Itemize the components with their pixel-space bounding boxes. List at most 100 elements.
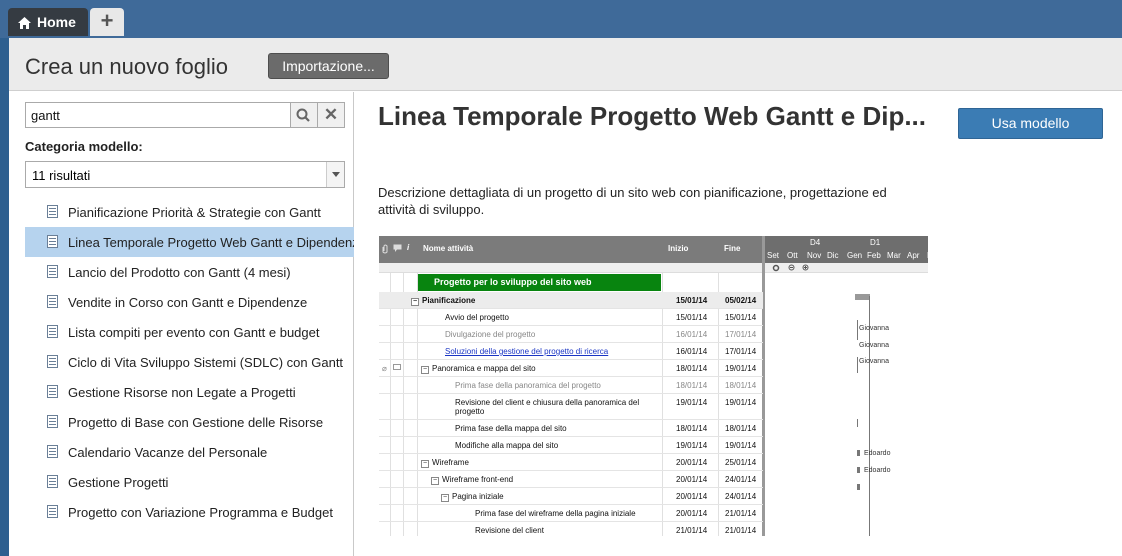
task-name-cell: Avvio del progetto	[445, 313, 509, 322]
assignee-label: Edoardo	[864, 450, 891, 457]
task-name: Revisione del client e chiusura della pa…	[455, 398, 640, 407]
assignee-label: Giovanna	[859, 325, 889, 332]
table-row[interactable]: Soluzioni della gestione del progetto di…	[379, 343, 763, 360]
task-name: Avvio del progetto	[445, 313, 509, 322]
table-row[interactable]: Prima fase della mappa del sito 18/01/14 1…	[379, 420, 763, 437]
collapse-icon[interactable]: −	[421, 460, 429, 468]
task-start-date: 20/01/14	[676, 509, 708, 518]
table-row[interactable]: − Wireframe front-end 20/01/14 24/01/14	[379, 471, 763, 488]
table-row[interactable]: Divulgazione del progetto 16/01/14 17/01/1…	[379, 326, 763, 343]
gear-icon	[772, 264, 780, 272]
template-sidebar: gantt ✕ Categoria modello: 11 risultati …	[9, 92, 354, 556]
template-list-item-label: Progetto di Base con Gestione delle Riso…	[68, 415, 324, 430]
template-list-item[interactable]: Gestione Risorse non Legate a Progetti	[25, 377, 354, 407]
template-description: Descrizione dettagliata di un progetto d…	[378, 185, 887, 217]
table-row[interactable]: Prima fase del wireframe della pagina in…	[379, 505, 763, 522]
task-end-date: 15/01/14	[725, 313, 757, 322]
search-icon	[296, 108, 310, 122]
template-list-item[interactable]: Gestione Progetti	[25, 467, 354, 497]
task-name-continued: progetto	[455, 407, 485, 416]
task-name: Modifiche alla mappa del sito	[455, 441, 559, 450]
task-start-date: 20/01/14	[676, 492, 708, 501]
template-list-item-label: Calendario Vacanze del Personale	[68, 445, 268, 460]
tab-bar: Home +	[0, 0, 1122, 38]
template-list-item-label: Gestione Risorse non Legate a Progetti	[68, 385, 296, 400]
chevron-down-icon[interactable]	[326, 162, 344, 187]
task-end-date: 24/01/14	[725, 475, 757, 484]
task-start-date: 16/01/14	[676, 347, 708, 356]
task-name: Prima fase della panoramica del progetto	[455, 381, 601, 390]
task-name-cell: − Pianificazione	[411, 296, 475, 306]
table-row[interactable]: − Pianificazione 15/01/14 05/02/14	[379, 292, 763, 309]
task-end-date: 17/01/14	[725, 347, 757, 356]
task-name-cell: Revisione del client	[475, 526, 544, 535]
task-start-date: 18/01/14	[676, 364, 708, 373]
task-name-cell: Soluzioni della gestione del progetto di…	[445, 347, 608, 356]
import-button[interactable]: Importazione...	[268, 53, 389, 79]
clear-search-button[interactable]: ✕	[318, 102, 345, 128]
close-icon: ✕	[323, 105, 339, 124]
template-list-item-label: Linea Temporale Progetto Web Gantt e Dip…	[68, 235, 354, 250]
task-name-cell: Prima fase del wireframe della pagina in…	[475, 509, 636, 518]
template-title: Linea Temporale Progetto Web Gantt e Dip…	[378, 101, 926, 131]
table-row[interactable]: Avvio del progetto 15/01/14 15/01/14	[379, 309, 763, 326]
table-row[interactable]: Revisione del client e chiusura della pa…	[379, 394, 763, 420]
collapse-icon[interactable]: −	[411, 298, 419, 306]
task-name-cell: Divulgazione del progetto	[445, 330, 535, 339]
sheet-icon	[47, 325, 58, 338]
page-header: Crea un nuovo foglio Importazione...	[9, 38, 1122, 91]
collapse-icon[interactable]: −	[441, 494, 449, 502]
page-title: Crea un nuovo foglio	[25, 54, 229, 79]
table-row[interactable]: ⌀ − Panoramica e mappa del sito 18/01/14 19/…	[379, 360, 763, 377]
template-list-item[interactable]: Lista compiti per evento con Gantt e bud…	[25, 317, 354, 347]
task-start-date: 15/01/14	[676, 296, 708, 305]
search-button[interactable]	[291, 102, 318, 128]
table-row[interactable]: Revisione del client 21/01/14 21/01/14	[379, 522, 763, 536]
collapse-icon[interactable]: −	[431, 477, 439, 485]
template-list-item[interactable]: Lancio del Prodotto con Gantt (4 mesi)	[25, 257, 354, 287]
table-row[interactable]: − Pagina iniziale 20/01/14 24/01/14	[379, 488, 763, 505]
task-start-date: 19/01/14	[676, 441, 708, 450]
gantt-month-label: Mar	[887, 251, 901, 260]
sheet-icon	[47, 415, 58, 428]
use-template-button[interactable]: Usa modello	[958, 108, 1103, 139]
table-row[interactable]: − Wireframe 20/01/14 25/01/14	[379, 454, 763, 471]
template-list-item[interactable]: Progetto con Variazione Programma e Budg…	[25, 497, 354, 527]
template-list-item[interactable]: Linea Temporale Progetto Web Gantt e Dip…	[25, 227, 354, 257]
template-list-item[interactable]: Vendite in Corso con Gantt e Dipendenze	[25, 287, 354, 317]
task-start-date: 19/01/14	[676, 398, 708, 407]
task-name: Panoramica e mappa del sito	[432, 364, 536, 373]
tab-home[interactable]: Home	[8, 8, 88, 36]
task-end-date: 19/01/14	[725, 441, 757, 450]
new-tab-button[interactable]: +	[90, 8, 124, 36]
sheet-icon	[47, 475, 58, 488]
template-list-item[interactable]: Progetto di Base con Gestione delle Riso…	[25, 407, 354, 437]
collapse-icon[interactable]: −	[421, 366, 429, 374]
assignee-label: Giovanna	[859, 342, 889, 349]
task-end-date: 19/01/14	[725, 398, 757, 407]
task-name: Prima fase del wireframe della pagina in…	[475, 509, 636, 518]
template-list-item[interactable]: Ciclo di Vita Sviluppo Sistemi (SDLC) co…	[25, 347, 354, 377]
template-list-item[interactable]: Calendario Vacanze del Personale	[25, 437, 354, 467]
task-end-date: 18/01/14	[725, 424, 757, 433]
template-list-item[interactable]: Pianificazione Priorità & Strategie con …	[25, 197, 354, 227]
template-list-item-label: Ciclo di Vita Sviluppo Sistemi (SDLC) co…	[68, 355, 344, 370]
task-end-date: 21/01/14	[725, 526, 757, 535]
template-list-item-label: Lancio del Prodotto con Gantt (4 mesi)	[68, 265, 291, 280]
template-list-item-label: Gestione Progetti	[68, 475, 169, 490]
assignee-label: Edoardo	[864, 467, 891, 474]
table-row[interactable]: Modifiche alla mappa del sito 19/01/14 19/…	[379, 437, 763, 454]
col-header-start: Inizio	[668, 244, 689, 253]
template-detail: Linea Temporale Progetto Web Gantt e Dip…	[355, 92, 1122, 556]
task-start-date: 15/01/14	[676, 313, 708, 322]
category-select[interactable]: 11 risultati	[25, 161, 345, 188]
table-row[interactable]: Prima fase della panoramica del progetto…	[379, 377, 763, 394]
assignee-label: Giovanna	[859, 358, 889, 365]
search-input[interactable]: gantt	[25, 102, 291, 128]
attachment-icon: ⌀	[382, 364, 387, 373]
task-name-cell: − Panoramica e mappa del sito	[421, 364, 536, 374]
sheet-icon	[47, 385, 58, 398]
task-start-date: 18/01/14	[676, 424, 708, 433]
category-label: Categoria modello:	[25, 139, 143, 154]
task-name-cell: Prima fase della panoramica del progetto	[455, 381, 601, 390]
